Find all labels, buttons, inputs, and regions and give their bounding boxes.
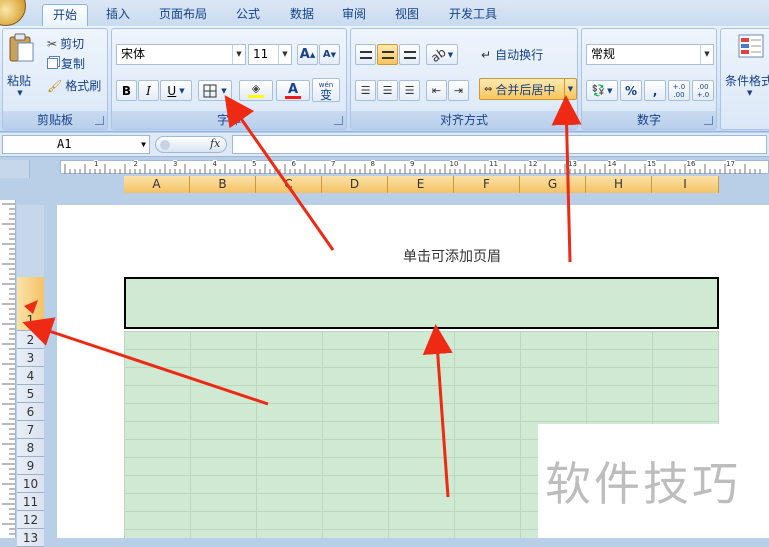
arrow-to-row-1: [22, 317, 269, 406]
annotation-arrows: [22, 95, 582, 498]
arrow-to-merge-button: [551, 95, 582, 263]
arrow-to-merged-cell: [422, 324, 453, 498]
arrow-head-marker: [24, 300, 38, 314]
arrow-to-borders-button: [224, 95, 335, 251]
